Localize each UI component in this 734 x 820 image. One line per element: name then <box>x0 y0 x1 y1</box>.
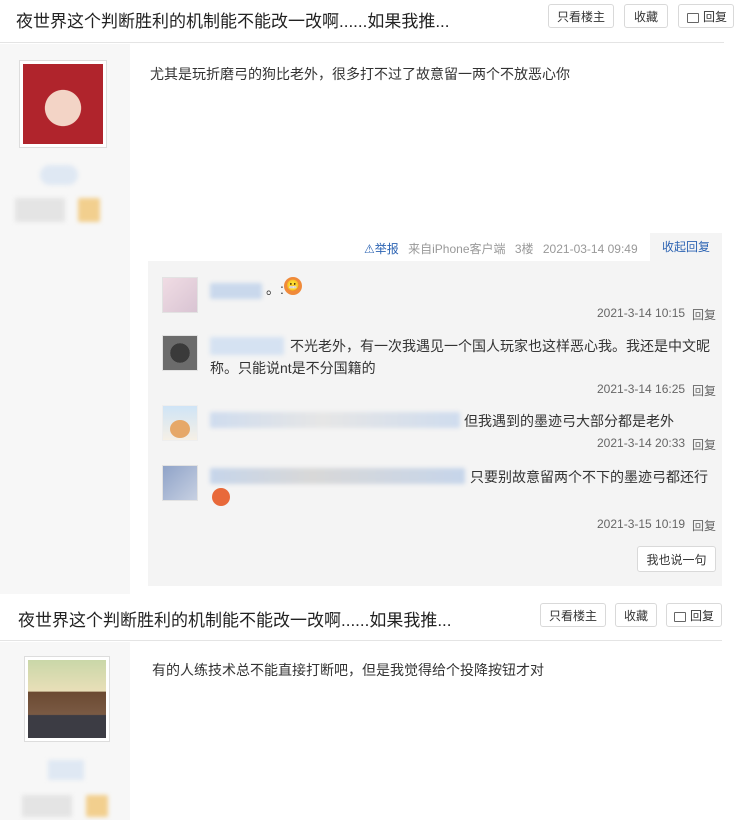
angry-emoji-icon: 😬 <box>284 277 302 295</box>
collect-button[interactable]: 收藏 <box>615 603 657 627</box>
reply-bubble-icon <box>687 12 699 23</box>
avatar[interactable] <box>19 60 107 148</box>
report-link[interactable]: ⚠举报 <box>364 242 399 256</box>
client-source: 来自iPhone客户端 <box>408 242 506 256</box>
collapse-reply-label: 收起回复 <box>661 240 710 254</box>
comment-time: 2021-3-14 16:25 <box>597 382 686 396</box>
comment-username-redacted[interactable] <box>210 283 262 299</box>
comment-reply-link[interactable]: 回复 <box>692 382 716 399</box>
say-something-button[interactable]: 我也说一句 <box>637 546 716 572</box>
collect-button[interactable]: 收藏 <box>624 4 668 28</box>
avatar-image <box>23 64 103 144</box>
level-icon-redacted <box>86 795 108 817</box>
reply-bubble-icon <box>673 611 686 622</box>
only-lz-button[interactable]: 只看楼主 <box>540 603 606 627</box>
post1-meta: ⚠举报 来自iPhone客户端 3楼 2021-03-14 09:49 <box>364 240 638 257</box>
thread-titlebar: 夜世界这个判断胜利的机制能不能改一改啊......如果我推... 只看楼主 收藏… <box>0 0 734 40</box>
warning-icon: ⚠ <box>364 242 375 256</box>
floor-number: 3楼 <box>514 242 534 256</box>
thread-title: 夜世界这个判断胜利的机制能不能改一改啊......如果我推... <box>18 611 452 630</box>
comment-avatar[interactable] <box>162 465 198 501</box>
thread-title: 夜世界这个判断胜利的机制能不能改一改啊......如果我推... <box>16 12 450 31</box>
comment-reply-link[interactable]: 回复 <box>692 306 716 323</box>
post-date: 2021-03-14 09:49 <box>542 242 638 256</box>
collapse-reply-tab[interactable]: 收起回复 <box>650 233 722 261</box>
report-label: 举报 <box>374 242 399 256</box>
reply-button[interactable]: 回复 <box>678 4 734 28</box>
comment-reply-link[interactable]: 回复 <box>692 436 716 453</box>
post1-content: 尤其是玩折磨弓的狗比老外，很多打不过了故意留一两个不放恶心你 <box>150 66 570 82</box>
comment-text: 但我遇到的墨迹弓大部分都是老外 <box>464 413 674 429</box>
reply-button[interactable]: 回复 <box>666 603 722 627</box>
fire-emoji-icon <box>212 488 230 506</box>
username-redacted[interactable] <box>48 760 84 780</box>
comment-time: 2021-3-14 10:15 <box>597 306 686 320</box>
title-divider-2 <box>0 640 722 641</box>
reply-button-label: 回复 <box>689 609 714 623</box>
comment-avatar-figure <box>170 420 190 438</box>
username-redacted[interactable] <box>40 165 78 185</box>
thread-titlebar-2: 夜世界这个判断胜利的机制能不能改一改啊......如果我推... 只看楼主 收藏… <box>0 598 734 638</box>
comment-text: 只要别故意留两个不下的墨迹弓都还行 <box>470 469 708 485</box>
comment-username-redacted[interactable] <box>210 412 460 428</box>
only-lz-button[interactable]: 只看楼主 <box>548 4 614 28</box>
level-badge-redacted <box>15 198 65 222</box>
comment-avatar[interactable] <box>162 335 198 371</box>
avatar[interactable] <box>24 656 110 742</box>
post2-content: 有的人练技术总不能直接打断吧，但是我觉得给个投降按钮才对 <box>152 662 544 678</box>
reply-button-label: 回复 <box>703 10 728 24</box>
title-divider <box>0 42 724 43</box>
comment-time: 2021-3-14 20:33 <box>597 436 686 450</box>
comment-text: 不光老外，有一次我遇见一个国人玩家也这样恶心我。我还是中文昵称。只能说nt是不分… <box>210 338 710 376</box>
comment-username-redacted[interactable] <box>210 468 465 484</box>
comment-avatar[interactable] <box>162 277 198 313</box>
comment-reply-link[interactable]: 回复 <box>692 517 716 534</box>
level-icon-redacted <box>78 198 100 222</box>
avatar-image <box>28 660 106 738</box>
comment-time: 2021-3-15 10:19 <box>597 517 686 531</box>
level-badge-redacted <box>22 795 72 817</box>
comment-text: 。: <box>266 281 284 297</box>
